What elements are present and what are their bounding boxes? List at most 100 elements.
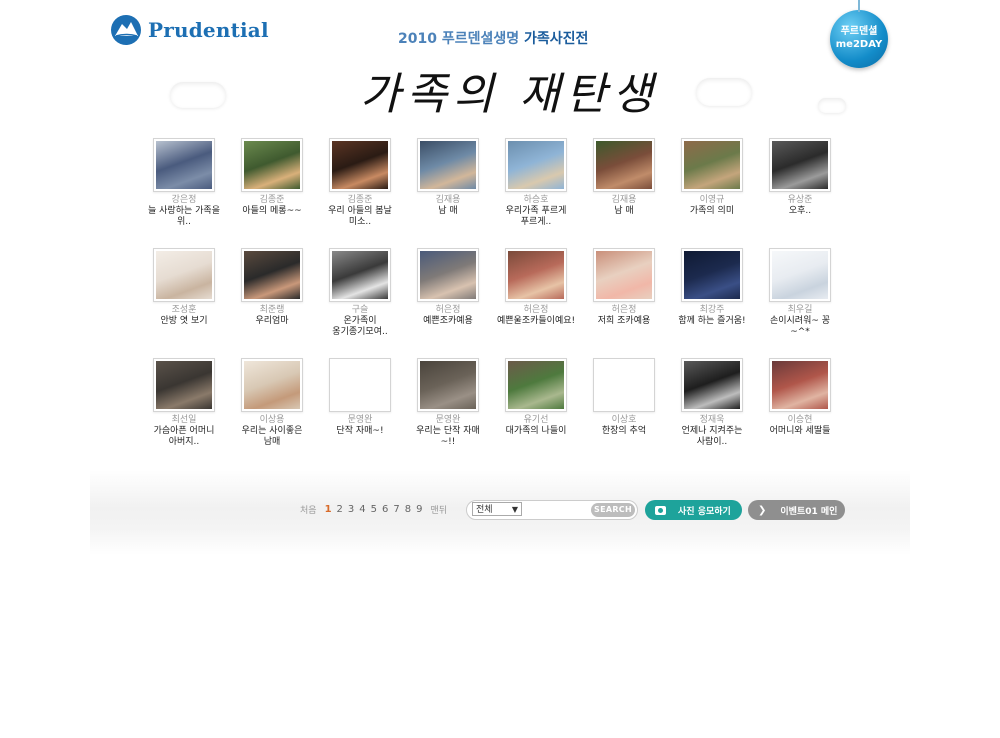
photo-caption[interactable]: 안방 엿 보기 bbox=[145, 316, 223, 327]
photo-thumbnail[interactable] bbox=[505, 358, 567, 412]
photo-thumbnail[interactable] bbox=[681, 248, 743, 302]
photo-thumbnail[interactable] bbox=[769, 358, 831, 412]
search-button[interactable]: SEARCH bbox=[591, 503, 635, 517]
page-number-link[interactable]: 9 bbox=[416, 504, 422, 515]
photo-caption[interactable]: 오후.. bbox=[761, 206, 839, 217]
photo-thumbnail[interactable] bbox=[769, 138, 831, 192]
photo-caption[interactable]: 우리 아들의 봄날 미소.. bbox=[321, 206, 399, 228]
photo-thumbnail[interactable] bbox=[329, 358, 391, 412]
photo-caption[interactable]: 우리는 단작 자매~!! bbox=[409, 426, 487, 448]
photo-caption[interactable]: 온가족이 옹기종기모여.. bbox=[321, 316, 399, 338]
photo-card[interactable]: 허은정 예쁜울조카들이예요! bbox=[492, 248, 580, 358]
photo-card[interactable]: 이영규 가족의 의미 bbox=[668, 138, 756, 248]
page-number-link[interactable]: 8 bbox=[405, 504, 411, 515]
photo-thumbnail[interactable] bbox=[417, 138, 479, 192]
photo-image bbox=[772, 361, 828, 409]
photo-thumbnail[interactable] bbox=[153, 138, 215, 192]
page-number-link[interactable]: 1 bbox=[325, 504, 332, 515]
photo-caption[interactable]: 대가족의 나들이 bbox=[497, 426, 575, 437]
photo-thumbnail[interactable] bbox=[417, 248, 479, 302]
photo-author: 허은정 bbox=[523, 305, 549, 315]
photo-card[interactable]: 강은정 늘 사랑하는 가족을 위.. bbox=[140, 138, 228, 248]
photo-card[interactable]: 최우길 손이시려워~ 꽁~^* bbox=[756, 248, 844, 358]
photo-caption[interactable]: 예쁜울조카들이예요! bbox=[497, 316, 575, 327]
photo-caption[interactable]: 우리가족 푸르게 푸르게.. bbox=[497, 206, 575, 228]
photo-caption[interactable]: 예쁜조카예용 bbox=[409, 316, 487, 327]
photo-card[interactable]: 하승호 우리가족 푸르게 푸르게.. bbox=[492, 138, 580, 248]
photo-caption[interactable]: 우리는 사이좋은 남매 bbox=[233, 426, 311, 448]
search-category-select[interactable]: 전체 ▼ bbox=[472, 502, 522, 516]
photo-author: 김종준 bbox=[259, 195, 285, 205]
photo-thumbnail[interactable] bbox=[505, 248, 567, 302]
photo-card[interactable]: 문영완 우리는 단작 자매~!! bbox=[404, 358, 492, 468]
photo-card[interactable]: 최선일 가슴아픈 어머니 아버지.. bbox=[140, 358, 228, 468]
first-page-link[interactable]: 처음 bbox=[300, 503, 317, 516]
photo-caption[interactable]: 한장의 추억 bbox=[585, 426, 663, 437]
photo-card[interactable]: 정재욱 언제나 지켜주는 사람이.. bbox=[668, 358, 756, 468]
photo-card[interactable]: 구슬 온가족이 옹기종기모여.. bbox=[316, 248, 404, 358]
photo-card[interactable]: 문영완 단작 자매~! bbox=[316, 358, 404, 468]
photo-caption[interactable]: 단작 자매~! bbox=[321, 426, 399, 437]
photo-card[interactable]: 이상호 한장의 추억 bbox=[580, 358, 668, 468]
photo-card[interactable]: 최강주 함께 하는 즐거움! bbox=[668, 248, 756, 358]
photo-thumbnail[interactable] bbox=[681, 138, 743, 192]
photo-caption[interactable]: 우리엄마 bbox=[233, 316, 311, 327]
photo-caption[interactable]: 아들의 메롱~~ bbox=[233, 206, 311, 217]
page-number-link[interactable]: 6 bbox=[382, 504, 388, 515]
photo-caption[interactable]: 가슴아픈 어머니 아버지.. bbox=[145, 426, 223, 448]
photo-thumbnail[interactable] bbox=[417, 358, 479, 412]
photo-thumbnail[interactable] bbox=[505, 138, 567, 192]
cloud-decoration bbox=[696, 78, 752, 106]
photo-thumbnail[interactable] bbox=[153, 248, 215, 302]
photo-card[interactable]: 유기선 대가족의 나들이 bbox=[492, 358, 580, 468]
event-main-button[interactable]: ❯ 이벤트01 메인 bbox=[748, 500, 845, 520]
photo-card[interactable]: 김종준 아들의 메롱~~ bbox=[228, 138, 316, 248]
photo-card[interactable]: 허은정 예쁜조카예용 bbox=[404, 248, 492, 358]
photo-caption[interactable]: 늘 사랑하는 가족을 위.. bbox=[145, 206, 223, 228]
photo-author: 구슬 bbox=[351, 305, 369, 315]
photo-thumbnail[interactable] bbox=[153, 358, 215, 412]
photo-caption[interactable]: 함께 하는 즐거움! bbox=[673, 316, 751, 327]
photo-thumbnail[interactable] bbox=[241, 358, 303, 412]
photo-card[interactable]: 허은정 저희 조카예용 bbox=[580, 248, 668, 358]
photo-card[interactable]: 이상용 우리는 사이좋은 남매 bbox=[228, 358, 316, 468]
brand-name: Prudential bbox=[148, 18, 269, 42]
photo-thumbnail[interactable] bbox=[593, 138, 655, 192]
pagination: 처음 123456789 맨뒤 bbox=[296, 503, 451, 516]
photo-caption[interactable]: 저희 조카예용 bbox=[585, 316, 663, 327]
photo-thumbnail[interactable] bbox=[241, 138, 303, 192]
photo-thumbnail[interactable] bbox=[329, 138, 391, 192]
photo-image bbox=[596, 251, 652, 299]
apply-photo-button[interactable]: 사진 응모하기 bbox=[645, 500, 742, 520]
photo-caption[interactable]: 언제나 지켜주는 사람이.. bbox=[673, 426, 751, 448]
prudential-logo[interactable]: Prudential bbox=[110, 14, 269, 46]
photo-caption[interactable]: 어머니와 세딸들 bbox=[761, 426, 839, 437]
page-number-link[interactable]: 4 bbox=[359, 504, 365, 515]
photo-thumbnail[interactable] bbox=[681, 358, 743, 412]
photo-thumbnail[interactable] bbox=[329, 248, 391, 302]
last-page-link[interactable]: 맨뒤 bbox=[431, 503, 448, 516]
me2day-badge-button[interactable]: 푸르덴셜 me2DAY bbox=[830, 0, 888, 68]
photo-card[interactable]: 최준랭 우리엄마 bbox=[228, 248, 316, 358]
photo-card[interactable]: 김재용 남 매 bbox=[404, 138, 492, 248]
photo-card[interactable]: 유상준 오후.. bbox=[756, 138, 844, 248]
photo-caption[interactable]: 손이시려워~ 꽁~^* bbox=[761, 316, 839, 338]
page-number-link[interactable]: 5 bbox=[371, 504, 377, 515]
search-input[interactable] bbox=[526, 503, 592, 519]
photo-thumbnail[interactable] bbox=[241, 248, 303, 302]
photo-card[interactable]: 조성훈 안방 엿 보기 bbox=[140, 248, 228, 358]
page-number-link[interactable]: 7 bbox=[393, 504, 399, 515]
photo-caption[interactable]: 가족의 의미 bbox=[673, 206, 751, 217]
photo-caption[interactable]: 남 매 bbox=[409, 206, 487, 217]
page-number-link[interactable]: 2 bbox=[337, 504, 343, 515]
photo-caption[interactable]: 남 매 bbox=[585, 206, 663, 217]
photo-thumbnail[interactable] bbox=[593, 358, 655, 412]
photo-thumbnail[interactable] bbox=[769, 248, 831, 302]
photo-card[interactable]: 김재용 남 매 bbox=[580, 138, 668, 248]
page-number-link[interactable]: 3 bbox=[348, 504, 354, 515]
photo-card[interactable]: 김종준 우리 아들의 봄날 미소.. bbox=[316, 138, 404, 248]
caret-down-icon: ▼ bbox=[511, 505, 518, 514]
photo-thumbnail[interactable] bbox=[593, 248, 655, 302]
photo-card[interactable]: 이승현 어머니와 세딸들 bbox=[756, 358, 844, 468]
event-subtitle: 2010 푸르덴셜생명 가족사진전 bbox=[398, 28, 588, 48]
